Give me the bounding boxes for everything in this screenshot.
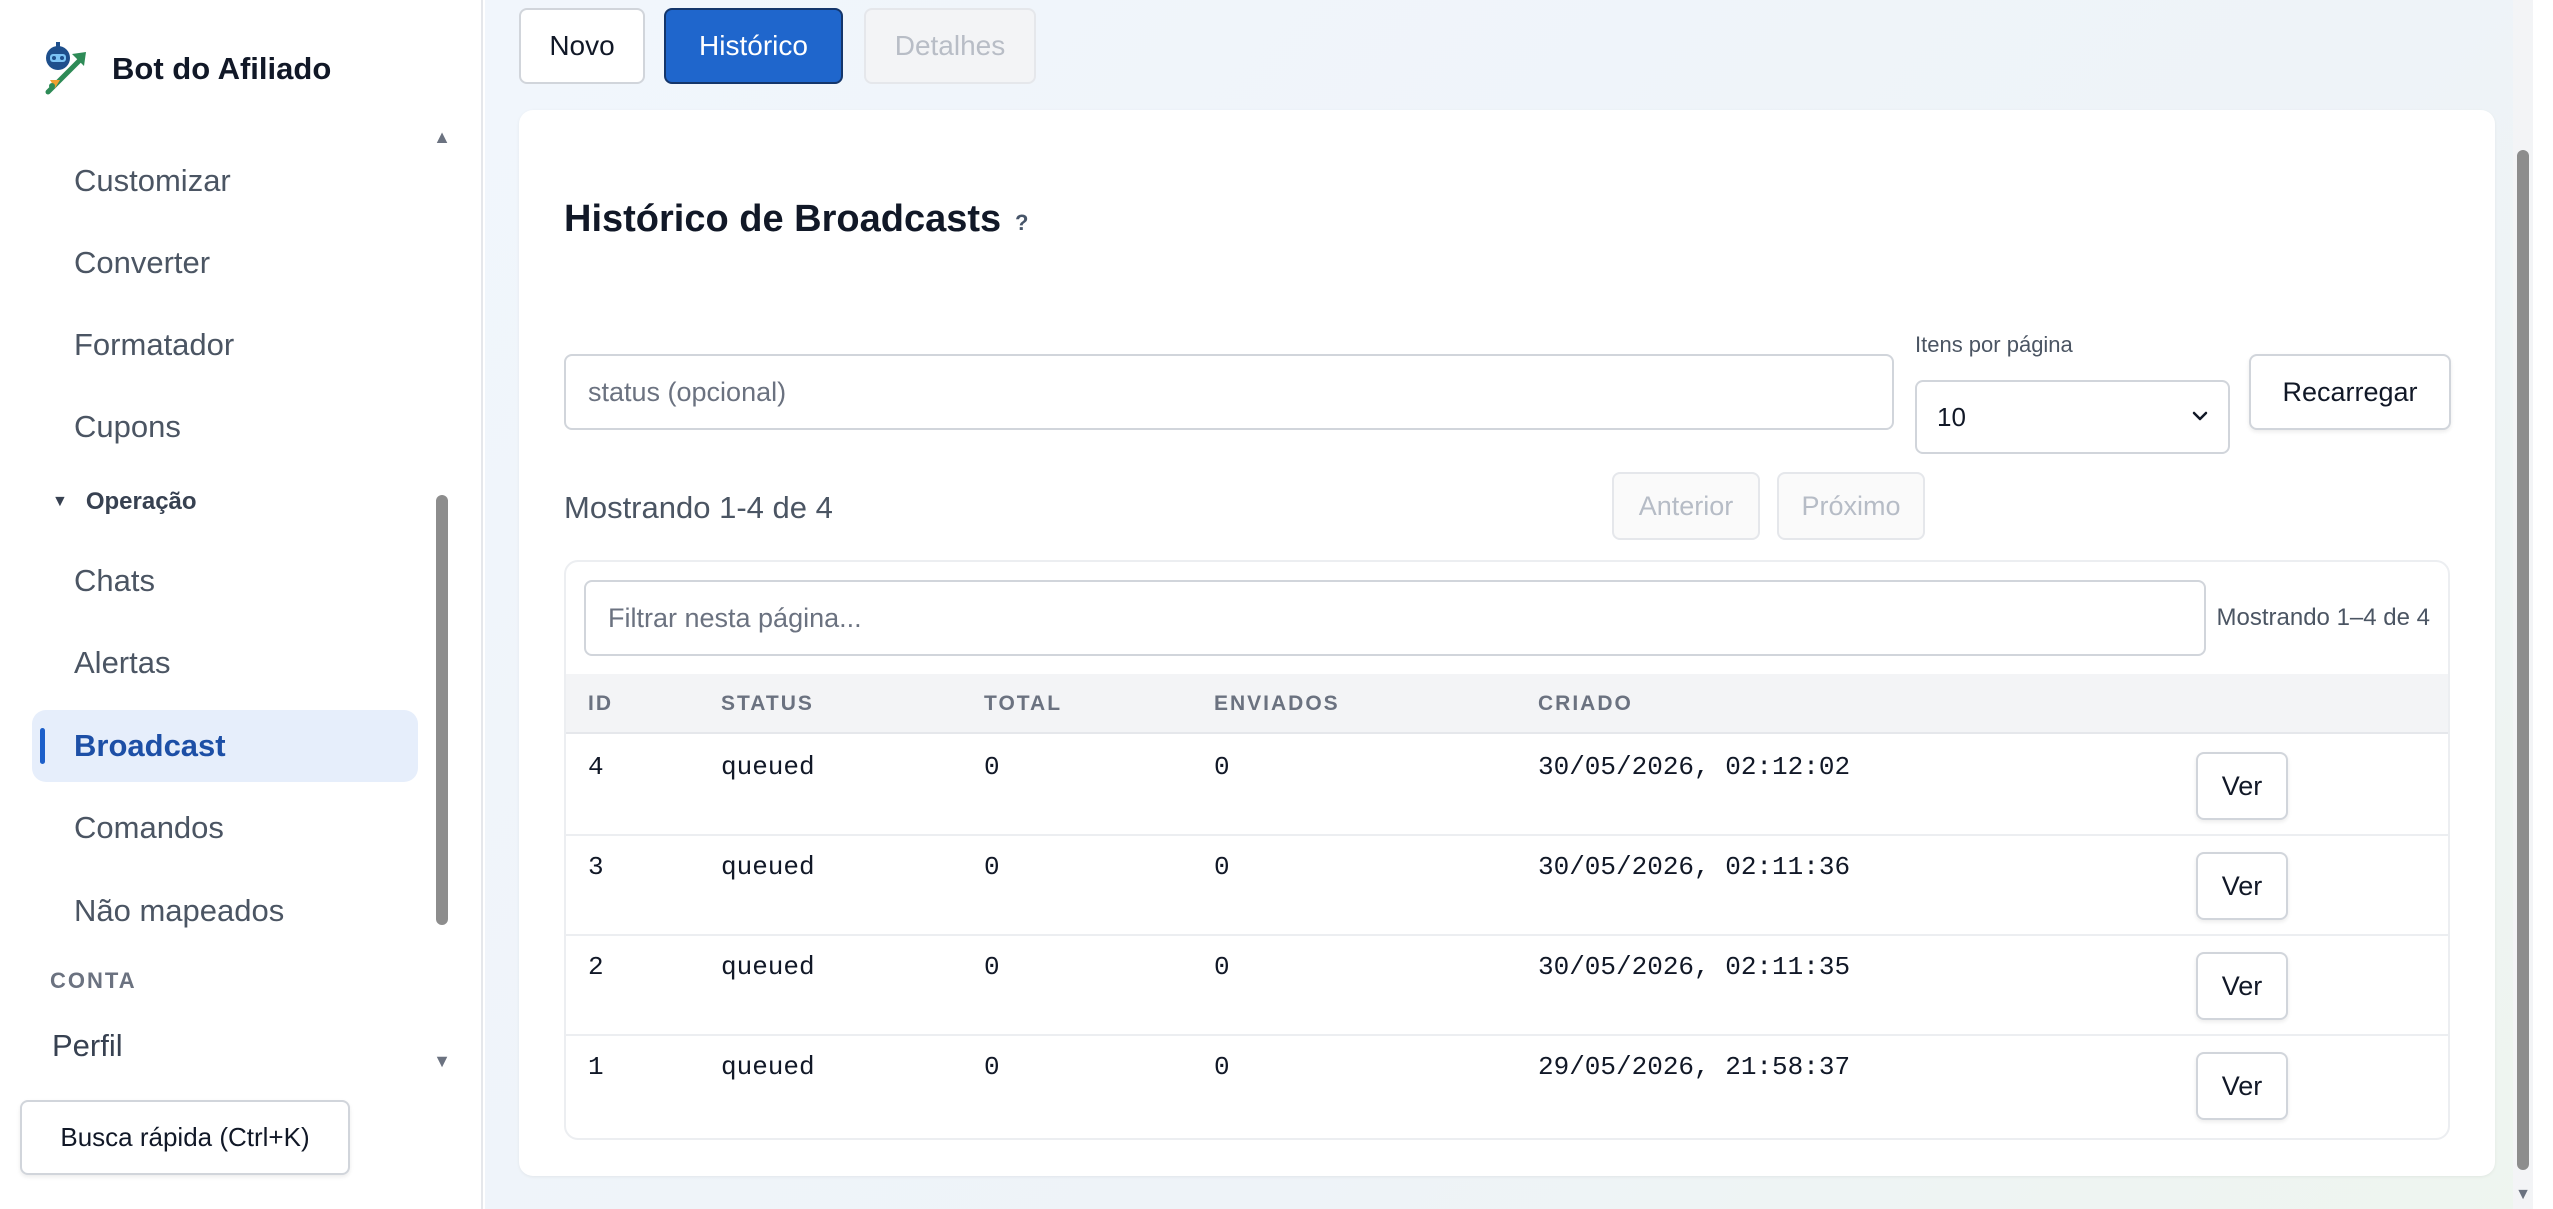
cell-criado: 30/05/2026, 02:12:02 <box>1538 752 1851 782</box>
cell-status: queued <box>721 1052 815 1082</box>
main-scroll-down-icon[interactable]: ▼ <box>2515 1186 2531 1204</box>
view-button[interactable]: Ver <box>2196 1052 2288 1120</box>
sidebar-scroll-up-icon[interactable]: ▲ <box>433 128 451 146</box>
next-page-button[interactable]: Próximo <box>1777 472 1925 540</box>
column-header-status[interactable]: STATUS <box>721 692 814 716</box>
cell-status: queued <box>721 752 815 782</box>
pagination-status: Mostrando 1-4 de 4 <box>564 490 833 525</box>
column-header-id[interactable]: ID <box>588 692 613 716</box>
cell-total: 0 <box>984 952 1000 982</box>
view-button[interactable]: Ver <box>2196 952 2288 1020</box>
items-per-page-label: Itens por página <box>1915 332 2073 357</box>
view-button[interactable]: Ver <box>2196 852 2288 920</box>
sidebar-item-formatador[interactable]: Formatador <box>32 309 418 381</box>
cell-total: 0 <box>984 1052 1000 1082</box>
sidebar-group-label: Operação <box>85 488 197 515</box>
table-row: 3 queued 0 0 30/05/2026, 02:11:36 Ver <box>566 836 2448 936</box>
sidebar-item-label: Converter <box>74 245 211 280</box>
sidebar-item-label: Não mapeados <box>74 893 285 928</box>
sidebar-item-comandos[interactable]: Comandos <box>32 792 418 864</box>
broadcast-table: Mostrando 1–4 de 4 ID STATUS TOTAL ENVIA… <box>564 560 2450 1140</box>
sidebar-section-conta: CONTA <box>50 968 137 993</box>
sidebar-item-label: Comandos <box>74 810 224 845</box>
table-filter-input[interactable] <box>584 580 2206 656</box>
cell-enviados: 0 <box>1214 1052 1230 1082</box>
table-row: 2 queued 0 0 30/05/2026, 02:11:35 Ver <box>566 936 2448 1036</box>
sidebar-item-chats[interactable]: Chats <box>32 545 418 617</box>
sidebar: Bot do Afiliado ▲ Customizar Converter F… <box>0 0 483 1209</box>
sidebar-item-label: Alertas <box>74 645 171 680</box>
sidebar-item-alertas[interactable]: Alertas <box>32 627 418 699</box>
chevron-down-icon <box>2192 411 2208 421</box>
cell-enviados: 0 <box>1214 852 1230 882</box>
cell-criado: 29/05/2026, 21:58:37 <box>1538 1052 1851 1082</box>
sidebar-item-nao-mapeados[interactable]: Não mapeados <box>32 875 418 947</box>
main-scrollbar-thumb[interactable] <box>2517 150 2529 1170</box>
table-showing-count: Mostrando 1–4 de 4 <box>2216 604 2430 631</box>
cell-id: 1 <box>588 1052 604 1082</box>
main-scrollbar[interactable]: ▼ <box>2513 0 2533 1209</box>
table-row: 1 queued 0 0 29/05/2026, 21:58:37 Ver <box>566 1036 2448 1136</box>
sidebar-item-label: Perfil <box>52 1028 123 1063</box>
sidebar-item-customizar[interactable]: Customizar <box>32 145 418 217</box>
page-title: Histórico de Broadcasts <box>564 198 1002 240</box>
column-header-enviados[interactable]: ENVIADOS <box>1214 692 1340 716</box>
sidebar-item-label: Cupons <box>74 409 181 444</box>
cell-id: 4 <box>588 752 604 782</box>
cell-enviados: 0 <box>1214 952 1230 982</box>
cell-criado: 30/05/2026, 02:11:36 <box>1538 852 1851 882</box>
sidebar-item-label: Formatador <box>74 327 235 362</box>
cell-status: queued <box>721 852 815 882</box>
cell-total: 0 <box>984 852 1000 882</box>
sidebar-item-cupons[interactable]: Cupons <box>32 391 418 463</box>
tab-historico[interactable]: Histórico <box>664 8 843 84</box>
tab-novo[interactable]: Novo <box>519 8 645 84</box>
main-content: Novo Histórico Detalhes Histórico de Bro… <box>485 0 2533 1209</box>
help-icon[interactable]: ? <box>1015 210 1028 236</box>
table-row: 4 queued 0 0 30/05/2026, 02:12:02 Ver <box>566 736 2448 836</box>
sidebar-item-perfil[interactable]: Perfil <box>32 1010 418 1082</box>
brand-name: Bot do Afiliado <box>112 51 332 86</box>
history-card: Histórico de Broadcasts ? Itens por pági… <box>519 110 2495 1176</box>
cell-id: 2 <box>588 952 604 982</box>
sidebar-item-label: Chats <box>74 563 155 598</box>
tab-detalhes: Detalhes <box>864 8 1036 84</box>
cell-total: 0 <box>984 752 1000 782</box>
column-header-criado[interactable]: CRIADO <box>1538 692 1633 716</box>
sidebar-item-converter[interactable]: Converter <box>32 227 418 299</box>
sidebar-nav: Customizar Converter Formatador Cupons ▼… <box>0 125 430 1085</box>
cell-id: 3 <box>588 852 604 882</box>
items-per-page-value: 10 <box>1937 401 1966 432</box>
status-filter-input[interactable] <box>564 354 1894 430</box>
cell-status: queued <box>721 952 815 982</box>
sidebar-item-label: Customizar <box>74 163 231 198</box>
sidebar-group-operacao[interactable]: ▼ Operação <box>52 488 197 516</box>
table-header: ID STATUS TOTAL ENVIADOS CRIADO <box>566 674 2448 734</box>
sidebar-item-label: Broadcast <box>74 728 226 763</box>
brand[interactable]: Bot do Afiliado <box>40 40 331 98</box>
previous-page-button[interactable]: Anterior <box>1612 472 1760 540</box>
items-per-page-select[interactable]: 10 <box>1915 380 2230 454</box>
cell-enviados: 0 <box>1214 752 1230 782</box>
view-button[interactable]: Ver <box>2196 752 2288 820</box>
caret-down-icon: ▼ <box>52 493 68 510</box>
sidebar-scroll-down-icon[interactable]: ▼ <box>433 1052 451 1070</box>
sidebar-item-broadcast[interactable]: Broadcast <box>32 710 418 782</box>
column-header-total[interactable]: TOTAL <box>984 692 1062 716</box>
cell-criado: 30/05/2026, 02:11:35 <box>1538 952 1851 982</box>
reload-button[interactable]: Recarregar <box>2249 354 2451 430</box>
sidebar-scrollbar[interactable] <box>436 495 448 925</box>
quick-search-button[interactable]: Busca rápida (Ctrl+K) <box>20 1100 350 1175</box>
robot-rocket-logo <box>45 42 86 95</box>
